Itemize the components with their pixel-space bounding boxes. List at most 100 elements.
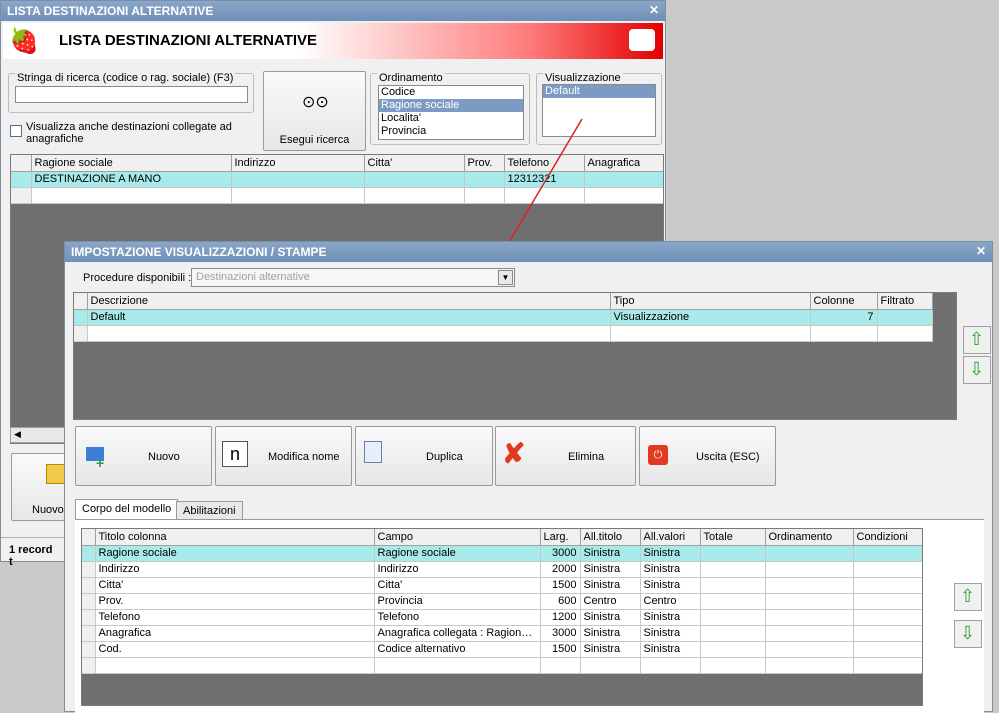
grid-cell[interactable]: 1200 [540,609,581,626]
grid-cell[interactable]: Ragione sociale [95,545,375,562]
grid-cell[interactable]: 3000 [540,625,581,642]
column-move-down-button[interactable]: ⇩ [954,620,982,648]
grid-cell[interactable]: 600 [540,593,581,610]
grid-cell[interactable] [853,641,922,658]
column-header[interactable]: All.titolo [580,529,641,546]
column-header[interactable]: Totale [700,529,766,546]
grid-cell[interactable]: 3000 [540,545,581,562]
rename-button-label: Modifica nome [268,451,340,463]
grid-cell[interactable] [853,545,922,562]
column-header[interactable]: Condizioni [853,529,922,546]
grid-cell[interactable] [765,625,854,642]
table-row[interactable]: Default Visualizzazione 7 [74,309,933,326]
exit-button[interactable]: ⏻ Uscita (ESC) [639,426,776,486]
grid-cell[interactable] [700,609,766,626]
grid-cell[interactable] [853,625,922,642]
delete-button[interactable]: ✘ Elimina [495,426,636,486]
grid-header-row: Descrizione Tipo Colonne Filtrato [74,293,933,310]
grid-cell[interactable]: Anagrafica [95,625,375,642]
grid-cell[interactable] [700,577,766,594]
grid-cell[interactable] [700,545,766,562]
grid-cell[interactable]: 2000 [540,561,581,578]
table-row[interactable]: Ragione sociale Ragione sociale 3000 Sinist… [82,545,922,562]
table-row[interactable]: Citta' Citta' 1500 Sinistra Sinistra [82,577,922,594]
close-icon[interactable]: ✕ [976,244,986,258]
grid-cell[interactable]: Sinistra [640,641,701,658]
column-header[interactable]: Titolo colonna [95,529,375,546]
grid-cell[interactable]: Sinistra [580,545,641,562]
table-row[interactable] [82,657,922,674]
rename-button[interactable]: n Modifica nome [215,426,352,486]
grid-cell[interactable] [765,561,854,578]
column-header[interactable]: All.valori [640,529,701,546]
grid-cell[interactable]: Sinistra [580,641,641,658]
grid-cell[interactable]: 1500 [540,641,581,658]
grid-cell[interactable]: Visualizzazione [610,309,811,326]
grid-cell[interactable] [765,593,854,610]
move-up-button[interactable]: ⇧ [963,326,991,354]
column-header[interactable]: Ordinamento [765,529,854,546]
grid-cell[interactable]: Centro [640,593,701,610]
grid-cell[interactable]: Sinistra [640,561,701,578]
grid-cell[interactable] [853,609,922,626]
grid-cell[interactable]: Sinistra [580,625,641,642]
grid-cell[interactable]: Sinistra [640,577,701,594]
grid-cell[interactable] [700,625,766,642]
grid-cell[interactable]: Citta' [374,577,541,594]
grid-cell[interactable]: Sinistra [640,625,701,642]
column-move-up-button[interactable]: ⇧ [954,583,982,611]
table-row[interactable]: Cod. Codice alternativo 1500 Sinistra Sinist… [82,641,922,658]
grid-cell[interactable] [853,577,922,594]
grid-cell[interactable] [765,609,854,626]
table-row[interactable]: Prov. Provincia 600 Centro Centro [82,593,922,610]
grid-cell[interactable]: Indirizzo [374,561,541,578]
column-header[interactable]: Colonne [810,293,878,310]
table-row[interactable] [74,325,933,342]
grid-cell[interactable] [765,545,854,562]
tab-permissions[interactable]: Abilitazioni [176,501,243,520]
table-row[interactable]: Telefono Telefono 1200 Sinistra Sinistra [82,609,922,626]
grid-cell[interactable]: Cod. [95,641,375,658]
table-row[interactable]: Indirizzo Indirizzo 2000 Sinistra Sinistra [82,561,922,578]
grid-cell[interactable] [700,641,766,658]
grid-cell[interactable]: Sinistra [580,577,641,594]
grid-cell[interactable]: Sinistra [640,545,701,562]
column-header[interactable]: Tipo [610,293,811,310]
grid-cell[interactable] [700,561,766,578]
grid-cell[interactable]: 1500 [540,577,581,594]
column-header[interactable]: Campo [374,529,541,546]
row-indicator [82,641,96,658]
table-row[interactable]: Anagrafica Anagrafica collegata : Ragione… [82,625,922,642]
grid-cell[interactable]: Prov. [95,593,375,610]
row-indicator [82,561,96,578]
grid-cell[interactable]: Sinistra [640,609,701,626]
grid-cell[interactable]: Centro [580,593,641,610]
grid-cell[interactable]: Default [87,309,611,326]
grid-cell[interactable]: Sinistra [580,561,641,578]
grid-cell[interactable]: Provincia [374,593,541,610]
grid-cell[interactable]: Ragione sociale [374,545,541,562]
grid-cell[interactable] [853,593,922,610]
grid-cell[interactable]: Telefono [95,609,375,626]
grid-cell[interactable]: Codice alternativo [374,641,541,658]
chevron-down-icon[interactable]: ▼ [498,270,513,285]
grid-cell[interactable]: Indirizzo [95,561,375,578]
procedures-select[interactable]: Destinazioni alternative ▼ [191,268,515,287]
grid-cell[interactable] [765,577,854,594]
grid-cell[interactable] [700,593,766,610]
grid-cell[interactable]: Anagrafica collegata : Ragione sociale [374,625,541,642]
duplicate-button[interactable]: Duplica [355,426,493,486]
grid-cell[interactable] [877,309,933,326]
new-model-button[interactable]: + Nuovo [75,426,212,486]
move-down-button[interactable]: ⇩ [963,356,991,384]
grid-cell[interactable]: 7 [810,309,878,326]
column-header[interactable]: Larg. [540,529,581,546]
grid-cell[interactable] [853,561,922,578]
column-header[interactable]: Filtrato [877,293,933,310]
grid-cell[interactable]: Citta' [95,577,375,594]
grid-cell[interactable]: Sinistra [580,609,641,626]
column-header[interactable]: Descrizione [87,293,611,310]
grid-cell[interactable] [765,641,854,658]
grid-cell[interactable]: Telefono [374,609,541,626]
tab-model-body[interactable]: Corpo del modello [75,499,179,520]
